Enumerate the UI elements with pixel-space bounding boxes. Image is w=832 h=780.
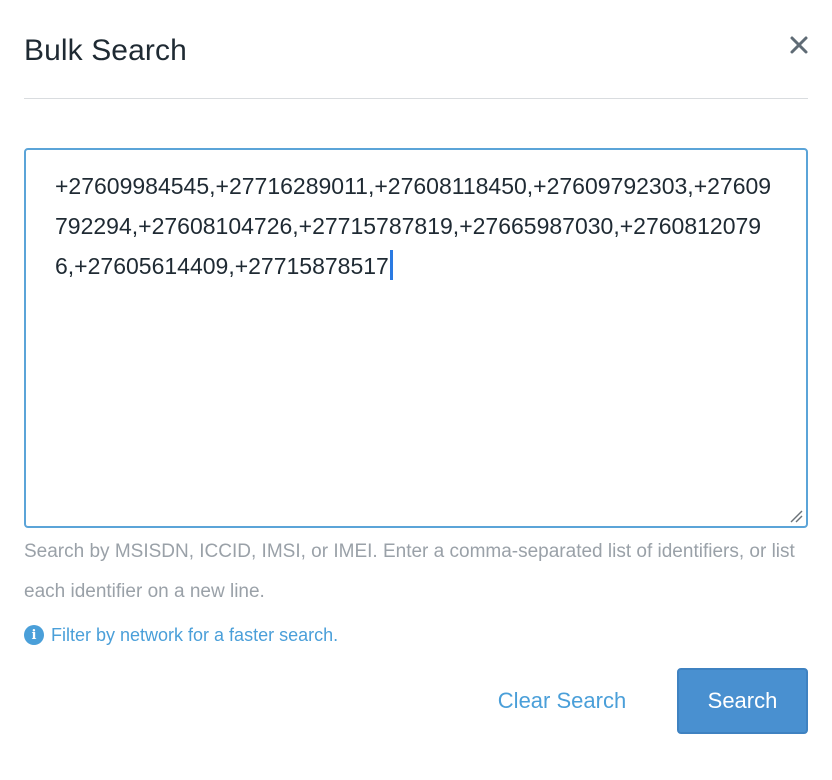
resize-handle-icon[interactable] [789,509,803,523]
text-caret [389,250,393,280]
info-icon: i [24,625,44,645]
close-button[interactable] [786,32,812,58]
search-help-text: Search by MSISDN, ICCID, IMSI, or IMEI. … [24,541,795,602]
clear-search-button[interactable]: Clear Search [476,668,648,734]
search-button[interactable]: Search [677,668,808,734]
search-input-value: +27609984545,+27716289011,+27608118450,+… [55,173,772,279]
filter-hint-label: Filter by network for a faster search. [51,624,339,645]
close-icon [790,36,808,54]
dialog-title: Bulk Search [24,34,187,67]
header-divider [24,98,808,99]
bulk-search-textarea[interactable]: +27609984545,+27716289011,+27608118450,+… [24,148,808,528]
bulk-search-dialog: Bulk Search +27609984545,+27716289011,+2… [0,0,832,780]
search-input-text[interactable]: +27609984545,+27716289011,+27608118450,+… [55,166,779,286]
filter-by-network-link[interactable]: i Filter by network for a faster search. [24,623,338,647]
